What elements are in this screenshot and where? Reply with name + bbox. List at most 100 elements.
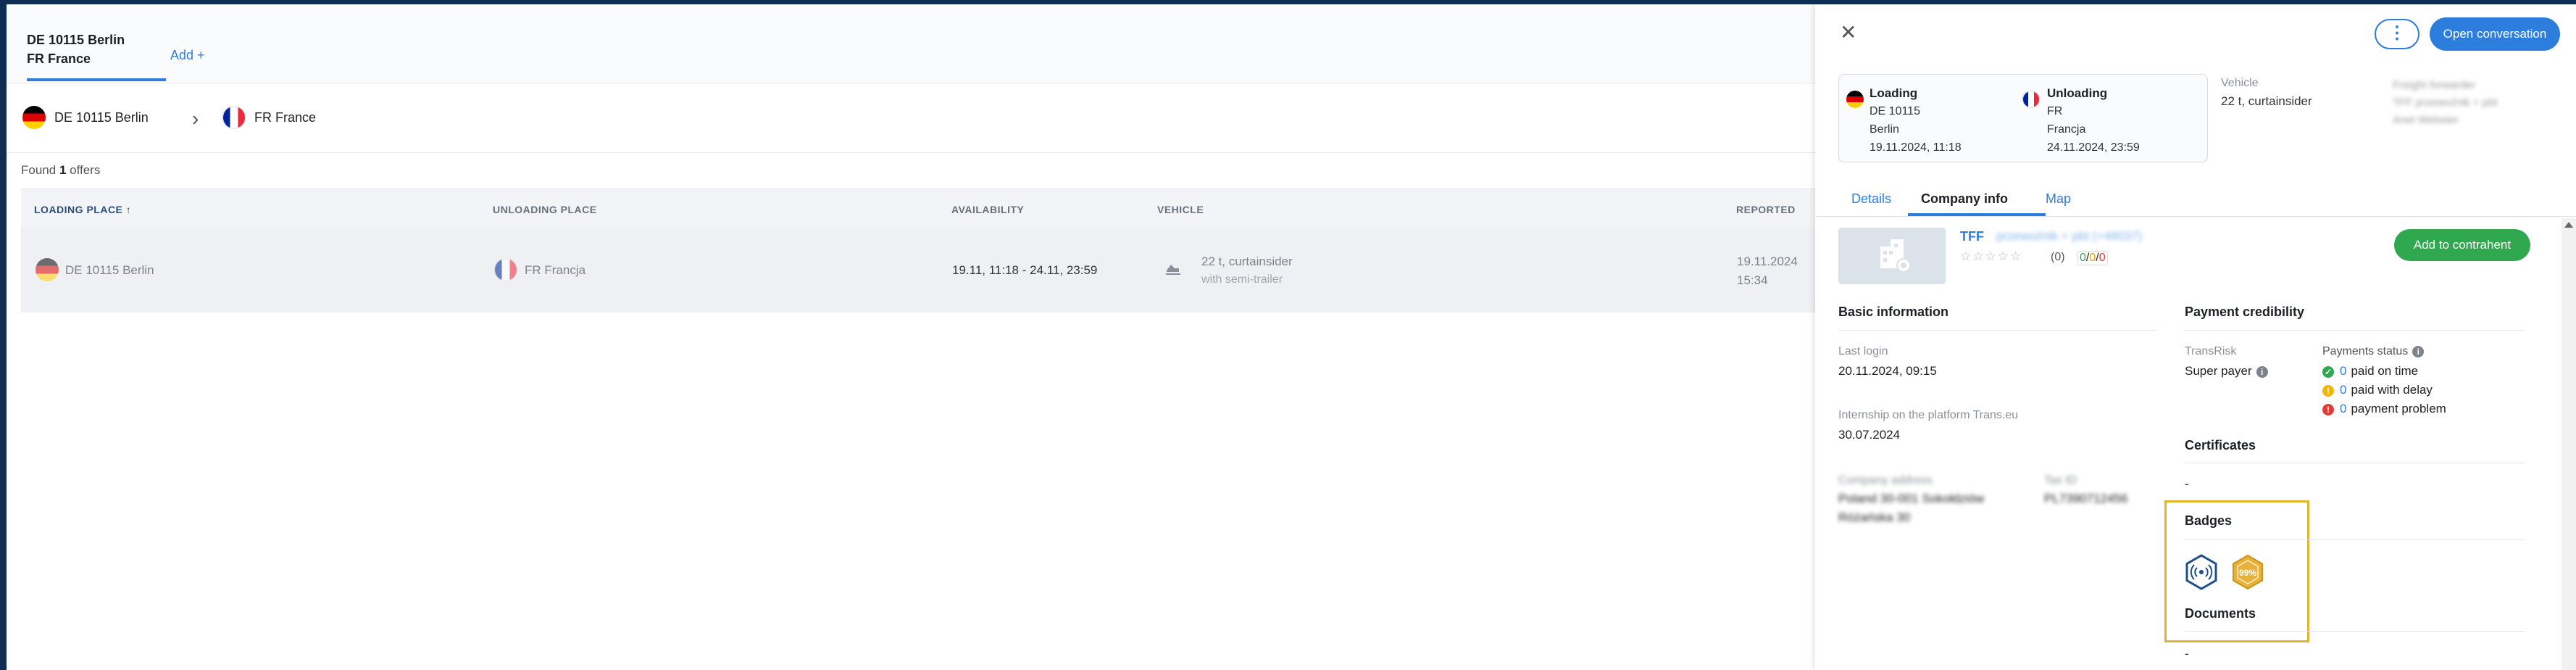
forwarder-label: Freight forwarder [2393, 79, 2476, 91]
transrisk-value-text: Super payer [2185, 364, 2252, 378]
company-name-blurred: przewoźnik + pbt (+48037) [1996, 229, 2143, 243]
row-availability: 19.11, 11:18 - 24.11, 23:59 [952, 263, 1098, 277]
chevron-right-icon: › [192, 107, 199, 130]
germany-flag-icon [1846, 91, 1864, 108]
loading-city: Berlin [1870, 123, 1899, 136]
payment-credibility-title: Payment credibility [2185, 305, 2305, 319]
paid-with-delay-label: paid with delay [2351, 383, 2433, 397]
active-tab-underline [1908, 213, 2046, 216]
divider [1838, 330, 2157, 331]
route-from[interactable]: DE 10115 Berlin [54, 110, 149, 125]
forwarder-person: Anet Webster [2393, 114, 2459, 126]
feedback-negative: 0 [2098, 252, 2106, 264]
divider [2185, 330, 2525, 331]
close-icon[interactable]: ✕ [1840, 20, 1856, 44]
unloading-title: Unloading [2047, 86, 2108, 100]
route-summary-bar: DE 10115 Berlin › FR France [7, 83, 1815, 153]
company-address-label: Company address [1838, 474, 1933, 487]
error-circle-icon: ! [2322, 403, 2334, 415]
paid-with-delay-item: ! 0 paid with delay [2322, 383, 2433, 397]
offer-details-drawer: ✕ ⋮ Open conversation Loading DE 10115 B… [1815, 4, 2576, 670]
offers-panel: DE 10115 Berlin FR France Add + DE 10115… [7, 4, 1815, 670]
table-header: LOADING PLACE ↑ UNLOADING PLACE AVAILABI… [21, 189, 1815, 228]
more-options-button[interactable]: ⋮ [2375, 19, 2419, 49]
column-header-loading-place[interactable]: LOADING PLACE ↑ [34, 204, 131, 215]
transrisk-label: TransRisk [2185, 345, 2237, 357]
payments-status-label: Payments status i [2322, 345, 2425, 358]
france-flag-icon [222, 106, 246, 129]
tab-map[interactable]: Map [2046, 191, 2071, 207]
germany-flag-icon [22, 106, 46, 129]
info-icon[interactable]: i [2256, 365, 2268, 378]
internship-label: Internship on the platform Trans.eu [1838, 409, 2019, 421]
tax-id-value: PL7390712456 [2044, 492, 2128, 505]
open-conversation-button[interactable]: Open conversation [2430, 17, 2560, 51]
paid-on-time-item: ✓ 0 paid on time [2322, 364, 2418, 379]
truck-icon [1166, 265, 1180, 275]
vehicle-value: 22 t, curtainsider [2221, 94, 2312, 108]
certificates-value: - [2185, 477, 2189, 491]
search-tab-line1: DE 10115 Berlin [27, 33, 125, 47]
results-number: 1 [59, 163, 67, 177]
row-unloading-place: FR Francja [525, 263, 586, 277]
route-to[interactable]: FR France [254, 110, 316, 125]
rating-count: (0) [2051, 251, 2065, 263]
feedback-positive: 0 [2080, 252, 2086, 264]
row-reported-date: 19.11.2024 [1737, 255, 1798, 268]
search-tab-berlin-france[interactable]: DE 10115 Berlin FR France [17, 30, 166, 81]
column-header-unloading-place[interactable]: UNLOADING PLACE [493, 204, 597, 215]
warning-circle-icon: ! [2322, 384, 2334, 397]
last-login-label: Last login [1838, 345, 1888, 357]
scroll-up-arrow-icon[interactable] [2564, 222, 2573, 228]
column-header-reported[interactable]: REPORTED [1736, 204, 1796, 215]
add-search-tab-button[interactable]: Add + [170, 48, 205, 63]
divider [2185, 539, 2525, 540]
column-header-availability[interactable]: AVAILABILITY [951, 204, 1024, 215]
drawer-tabs: Details Company info Map [1815, 183, 2576, 217]
documents-value: - [2185, 647, 2189, 661]
paid-on-time-label: paid on time [2351, 364, 2419, 378]
payment-badge-text: 99% [2239, 568, 2256, 578]
germany-flag-icon [36, 258, 59, 281]
payment-problem-item: ! 0 payment problem [2322, 402, 2446, 416]
add-to-contrahent-button[interactable]: Add to contrahent [2394, 229, 2530, 261]
divider [2185, 631, 2525, 632]
france-flag-icon [494, 258, 517, 281]
payment-problem-count: 0 [2340, 402, 2347, 415]
company-address-line1: Poland 30-001 Sokołdziów [1838, 492, 1985, 505]
company-logo-placeholder [1838, 228, 1946, 284]
check-circle-icon: ✓ [2322, 365, 2334, 378]
payments-status-text: Payments status [2322, 345, 2409, 357]
tab-company-info[interactable]: Company info [1921, 191, 2008, 207]
table-row[interactable]: DE 10115 Berlin FR Francja 19.11, 11:18 … [21, 227, 1815, 313]
results-count: Found 1 offers [21, 163, 100, 178]
paid-with-delay-count: 0 [2340, 383, 2347, 397]
unloading-date: 24.11.2024, 23:59 [2047, 141, 2140, 154]
scrollbar[interactable] [2562, 218, 2576, 670]
payment-problem-label: payment problem [2351, 402, 2446, 415]
signal-badge-icon[interactable] [2183, 554, 2219, 590]
payment-badge-icon[interactable]: 99% [2230, 554, 2266, 590]
documents-title: Documents [2185, 606, 2256, 621]
info-icon[interactable]: i [2412, 345, 2425, 357]
loading-date: 19.11.2024, 11:18 [1870, 141, 1962, 154]
results-prefix: Found [21, 163, 59, 177]
unloading-country: FR [2047, 105, 2063, 117]
active-tab-underline [27, 78, 166, 81]
feedback-neutral: 0 [2089, 252, 2096, 264]
last-login-value: 20.11.2024, 09:15 [1838, 364, 1937, 378]
tab-details[interactable]: Details [1851, 191, 1891, 207]
forwarder-company: TFF przewoźnik + pbt [2393, 96, 2498, 109]
building-icon [1880, 239, 1911, 273]
sort-up-arrow-icon: ↑ [125, 204, 132, 215]
feedback-ratio: 0/0/0 [2077, 251, 2108, 265]
tax-id-label: Tax ID [2044, 474, 2077, 487]
company-address-line2: Różańska 30 [1838, 510, 1911, 524]
column-header-vehicle[interactable]: VEHICLE [1157, 204, 1204, 215]
unloading-city: Francja [2047, 123, 2086, 136]
row-reported-time: 15:34 [1737, 273, 1768, 287]
loading-title: Loading [1870, 86, 1918, 100]
company-name-link[interactable]: TFF [1960, 229, 1984, 244]
row-loading-place: DE 10115 Berlin [65, 263, 154, 277]
freight-forwarder-blurred: Freight forwarder TFF przewoźnik + pbt A… [2393, 77, 2498, 129]
